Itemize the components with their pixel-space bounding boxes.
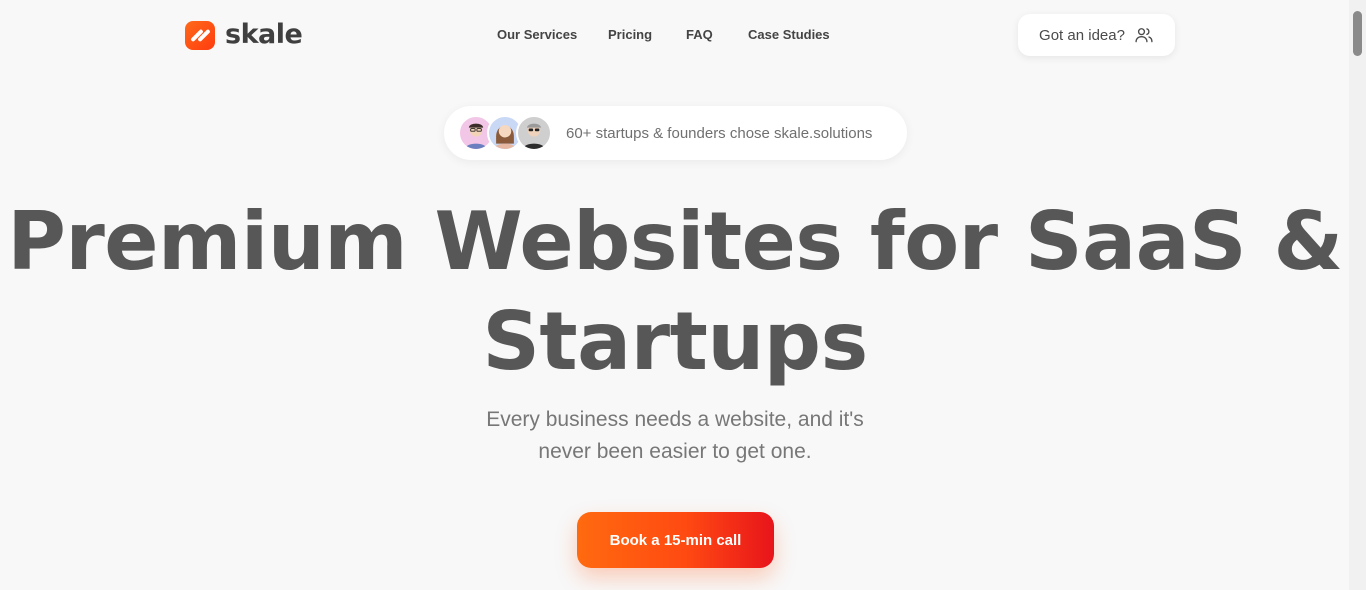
got-an-idea-button[interactable]: Got an idea? xyxy=(1018,14,1175,56)
book-call-button[interactable]: Book a 15-min call xyxy=(577,512,774,568)
scrollbar[interactable] xyxy=(1349,0,1366,590)
hero-subtitle: Every business needs a website, and it's… xyxy=(0,404,1350,468)
hero-subtitle-line-2: never been easier to get one. xyxy=(538,440,812,463)
nav-link-pricing[interactable]: Pricing xyxy=(608,26,652,43)
page: skale Our Services Pricing FAQ Case Stud… xyxy=(0,0,1366,590)
skale-logo-icon xyxy=(185,20,215,50)
hero-subtitle-line-1: Every business needs a website, and it's xyxy=(486,408,864,431)
logo[interactable]: skale xyxy=(185,19,303,50)
nav-link-faq[interactable]: FAQ xyxy=(686,26,713,43)
social-proof-badge: 60+ startups & founders chose skale.solu… xyxy=(444,106,907,160)
scrollbar-thumb[interactable] xyxy=(1353,11,1362,56)
got-an-idea-label: Got an idea? xyxy=(1039,26,1125,44)
nav-link-case-studies[interactable]: Case Studies xyxy=(748,26,830,43)
logo-text: skale xyxy=(225,19,303,50)
avatar-group xyxy=(458,114,568,152)
hero-title: Premium Websites for SaaS & Startups xyxy=(7,195,1343,388)
avatar xyxy=(516,115,552,151)
users-icon xyxy=(1135,28,1153,43)
social-proof-text: 60+ startups & founders chose skale.solu… xyxy=(566,124,873,142)
nav-link-our-services[interactable]: Our Services xyxy=(497,26,577,43)
